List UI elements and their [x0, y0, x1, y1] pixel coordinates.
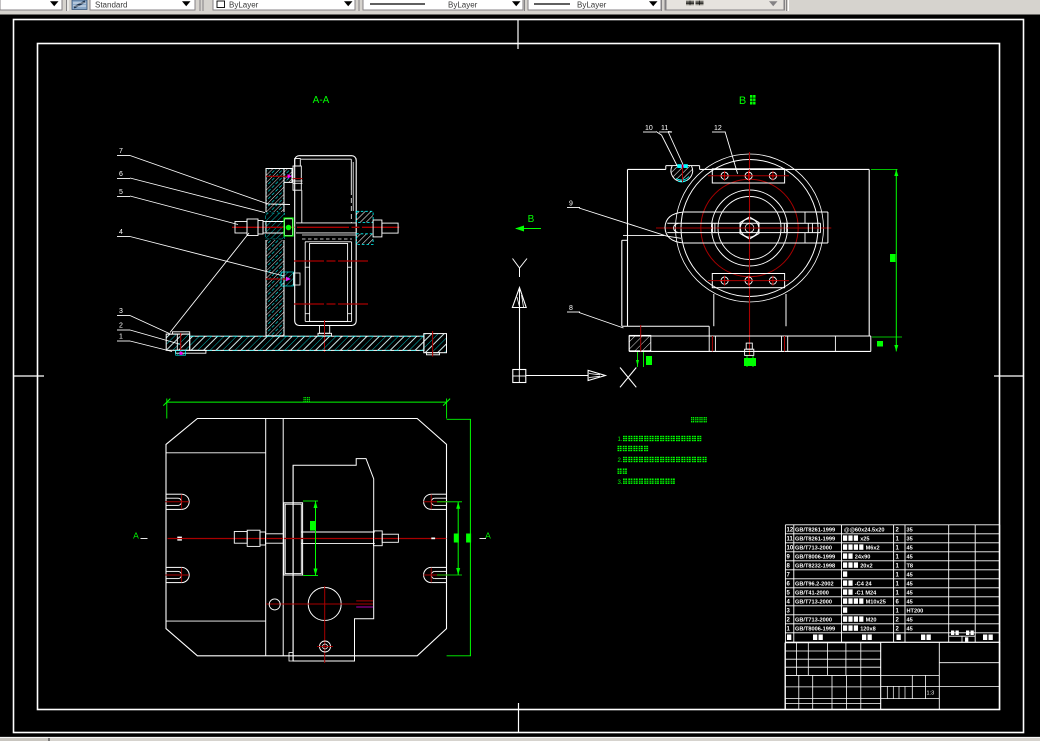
svg-text:ByLayer: ByLayer [577, 1, 607, 10]
svg-text:@@60x24.5x20: @@60x24.5x20 [844, 528, 884, 534]
svg-text:4: 4 [119, 229, 123, 236]
svg-text:GB/T8006-1999: GB/T8006-1999 [795, 627, 835, 633]
svg-text:45: 45 [907, 600, 913, 606]
svg-text:GB/T713-2000: GB/T713-2000 [795, 600, 832, 606]
svg-text:M6x2: M6x2 [866, 546, 880, 552]
svg-text:A: A [485, 530, 491, 540]
svg-text:HT200: HT200 [907, 609, 924, 615]
svg-text:12: 12 [787, 528, 794, 534]
svg-text:GB/T8261-1999: GB/T8261-1999 [795, 528, 835, 534]
svg-text:-C4 24: -C4 24 [855, 582, 873, 588]
svg-text:9: 9 [569, 201, 573, 208]
svg-text:3: 3 [119, 308, 123, 315]
svg-text:3.: 3. [618, 480, 623, 486]
svg-text:GB/T96.2-2002: GB/T96.2-2002 [795, 582, 834, 588]
svg-text:M20: M20 [866, 618, 877, 624]
svg-text:1:3: 1:3 [927, 691, 935, 697]
svg-text:12: 12 [714, 125, 722, 132]
svg-text:11: 11 [787, 537, 794, 543]
svg-text:1.: 1. [618, 437, 623, 443]
svg-text:45: 45 [907, 618, 913, 624]
svg-text:Standard: Standard [95, 1, 127, 10]
svg-text:A: A [133, 530, 139, 540]
svg-text:B: B [528, 214, 535, 225]
svg-text:120x8: 120x8 [860, 627, 876, 633]
svg-text:5: 5 [119, 189, 123, 196]
svg-text:A-A: A-A [313, 95, 330, 106]
svg-text:45: 45 [907, 627, 913, 633]
svg-text:45: 45 [907, 546, 913, 552]
svg-text:11: 11 [661, 125, 668, 132]
svg-text:10: 10 [787, 546, 794, 552]
svg-text:GB/T8232-1998: GB/T8232-1998 [795, 564, 835, 570]
svg-text:45: 45 [907, 582, 913, 588]
svg-text:M10x25: M10x25 [866, 600, 886, 606]
svg-text:35: 35 [907, 528, 913, 534]
svg-text:1: 1 [119, 334, 123, 341]
svg-text:2.: 2. [618, 458, 623, 464]
svg-text:GB/T41-2000: GB/T41-2000 [795, 591, 829, 597]
svg-text:35: 35 [907, 537, 913, 543]
svg-text:8: 8 [569, 305, 573, 312]
svg-text:GB/T713-2000: GB/T713-2000 [795, 618, 832, 624]
svg-text:45: 45 [907, 591, 913, 597]
svg-text:24x90: 24x90 [855, 555, 871, 561]
svg-text:T8: T8 [907, 564, 914, 570]
svg-text:GB/T8006-1999: GB/T8006-1999 [795, 555, 835, 561]
svg-text:B: B [739, 95, 746, 107]
svg-text:GB/T713-2000: GB/T713-2000 [795, 546, 832, 552]
svg-text:20x2: 20x2 [860, 564, 872, 570]
svg-text:2: 2 [119, 323, 123, 330]
svg-text:ByLayer: ByLayer [229, 1, 259, 10]
svg-text:45: 45 [907, 573, 913, 579]
svg-text:10: 10 [645, 125, 653, 132]
svg-text:-C1 M24: -C1 M24 [855, 591, 877, 597]
svg-text:6: 6 [119, 171, 123, 178]
svg-text:45: 45 [907, 555, 913, 561]
svg-text:GB/T8261-1999: GB/T8261-1999 [795, 537, 835, 543]
svg-text:7: 7 [119, 148, 123, 155]
svg-text:x25: x25 [860, 537, 869, 543]
svg-text:ByLayer: ByLayer [448, 1, 478, 10]
